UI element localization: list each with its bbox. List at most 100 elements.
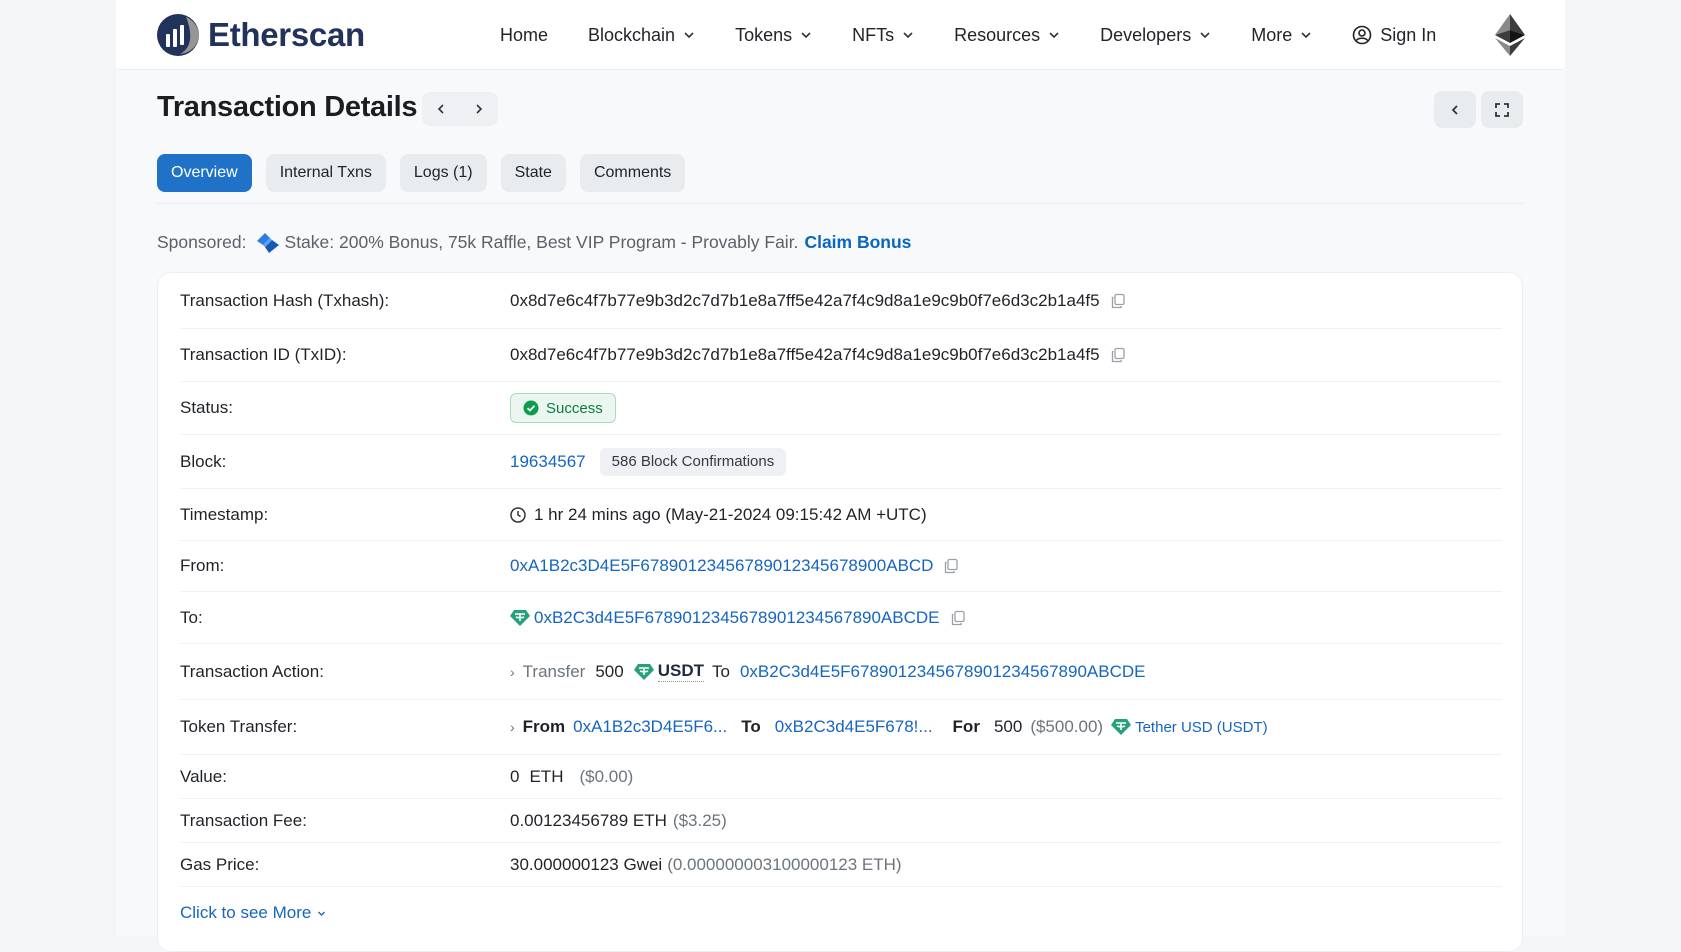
fee-row: Transaction Fee: 0.00123456789 ETH ($3.2…: [180, 799, 1502, 843]
action-to-word: To: [712, 661, 730, 681]
chevron-down-icon: [1301, 32, 1311, 39]
collapse-button[interactable]: [1434, 91, 1476, 128]
claim-bonus-link[interactable]: Claim Bonus: [804, 232, 911, 253]
from-row: From: 0xA1B2c3D4E5F678901234567890123456…: [180, 541, 1502, 592]
nav-resources[interactable]: Resources: [954, 25, 1060, 46]
expand-icon: [1495, 102, 1509, 117]
transfer-usd: ($500.00): [1030, 717, 1104, 736]
brand-name: Etherscan: [208, 16, 365, 53]
to-label: To:: [180, 607, 203, 627]
chevron-down-icon: [801, 32, 811, 39]
chevron-left-icon: [437, 104, 444, 114]
stake-logo-icon: [256, 232, 279, 253]
fee-value: 0.00123456789 ETH: [510, 810, 667, 830]
tab-internal-txns[interactable]: Internal Txns: [265, 154, 386, 192]
transfer-for-word: For: [952, 717, 980, 736]
tx-id-row: Transaction ID (TxID): 0x8d7e6c4f7b77e9b…: [180, 329, 1502, 382]
tx-action-label: Transaction Action:: [180, 661, 324, 681]
timestamp-value: 1 hr 24 mins ago (May-21-2024 09:15:42 A…: [534, 504, 927, 524]
chevron-down-icon: [1049, 32, 1059, 39]
main-nav: Home Blockchain Tokens NFTs Resources De…: [500, 22, 1436, 48]
tab-logs[interactable]: Logs (1): [399, 154, 487, 192]
action-verb: Transfer: [522, 661, 586, 681]
from-address-link[interactable]: 0xA1B2c3D4E5F67890123456789012345678900A…: [510, 556, 933, 576]
nav-developers[interactable]: Developers: [1100, 25, 1211, 46]
value-row: Value: 0 ETH ($0.00): [180, 755, 1502, 799]
next-tx-button[interactable]: [460, 92, 498, 126]
token-transfer-label: Token Transfer:: [180, 717, 298, 736]
status-label: Status:: [180, 398, 233, 417]
transfer-from-word: From: [522, 717, 566, 736]
sign-in-link[interactable]: Sign In: [1352, 25, 1436, 46]
value-usd: ($0.00): [579, 766, 634, 786]
see-more-label: Click to see More: [180, 903, 312, 922]
copy-icon[interactable]: [1110, 293, 1126, 309]
tab-state[interactable]: State: [500, 154, 566, 192]
copy-icon[interactable]: [943, 558, 959, 574]
page-shell: Etherscan Home Blockchain Tokens NFTs Re…: [116, 0, 1565, 952]
status-row: Status: Success: [180, 382, 1502, 435]
tx-action-row: Transaction Action: › Transfer 500 USDT …: [180, 644, 1502, 700]
action-amount: 500: [595, 661, 624, 681]
to-address-link[interactable]: 0xB2C3d4E5F6789012345678901234567890ABCD…: [534, 608, 940, 628]
nav-resources-label: Resources: [954, 24, 1041, 45]
status-badge: Success: [510, 393, 616, 423]
sign-in-label: Sign In: [1380, 24, 1437, 45]
nav-tokens-label: Tokens: [735, 24, 793, 45]
nav-home[interactable]: Home: [500, 25, 548, 46]
value-amount: 0: [510, 766, 520, 786]
chevron-down-icon: [318, 911, 326, 916]
chevron-right-icon: [476, 104, 483, 114]
to-row: To: 0xB2C3d4E5F6789012345678901234567890…: [180, 592, 1502, 644]
nav-home-label: Home: [500, 24, 549, 45]
value-unit: ETH: [529, 766, 564, 786]
nav-more-label: More: [1251, 24, 1293, 45]
clock-icon: [510, 506, 526, 523]
nav-developers-label: Developers: [1100, 24, 1192, 45]
timestamp-row: Timestamp: 1 hr 24 mins ago (May-21-2024…: [180, 489, 1502, 541]
block-number-link[interactable]: 19634567: [510, 452, 586, 472]
chevron-down-icon: [903, 32, 913, 39]
nav-nfts-label: NFTs: [852, 24, 895, 45]
nav-blockchain[interactable]: Blockchain: [588, 25, 695, 46]
copy-icon[interactable]: [1110, 347, 1126, 363]
timestamp-label: Timestamp:: [180, 504, 269, 524]
ethereum-logo-icon[interactable]: [1495, 14, 1525, 56]
fee-usd: ($3.25): [672, 810, 727, 830]
check-circle-icon: [523, 400, 539, 416]
nav-tokens[interactable]: Tokens: [735, 25, 812, 46]
site-logo[interactable]: Etherscan: [156, 13, 365, 57]
prev-tx-button[interactable]: [422, 92, 460, 126]
action-to-address-link[interactable]: 0xB2C3d4E5F6789012345678901234567890ABCD…: [740, 662, 1146, 682]
user-circle-icon: [1352, 25, 1372, 45]
detail-tabs: Overview Internal Txns Logs (1) State Co…: [157, 154, 686, 192]
nav-more[interactable]: More: [1251, 25, 1312, 46]
tx-id-value[interactable]: 0x8d7e6c4f7b77e9b3d2c7d7b1e8a7ff5e42a7f4…: [510, 345, 1100, 365]
tabs-divider: [157, 203, 1523, 204]
action-token-link[interactable]: USDT: [657, 661, 704, 682]
tether-icon: [510, 609, 530, 626]
transfer-to-word: To: [741, 717, 761, 736]
tab-overview[interactable]: Overview: [157, 154, 252, 192]
chevron-down-icon: [1200, 32, 1210, 39]
fee-label: Transaction Fee:: [180, 810, 307, 830]
chevron-right-icon: ›: [510, 719, 515, 735]
transfer-from-address-link[interactable]: 0xA1B2c3D4E5F6...: [573, 717, 727, 737]
transfer-amount: 500: [993, 717, 1023, 736]
status-value: Success: [546, 399, 603, 417]
value-label: Value:: [180, 766, 227, 786]
transfer-to-address-link[interactable]: 0xB2C3d4E5F678!...: [775, 717, 933, 737]
transfer-token-link[interactable]: Tether USD (USDT): [1135, 719, 1268, 736]
tx-hash-value[interactable]: 0x8d7e6c4f7b77e9b3d2c7d7b1e8a7ff5e42a7f4…: [510, 291, 1100, 311]
nav-blockchain-label: Blockchain: [588, 24, 676, 45]
gas-price-value: 30.000000123 Gwei: [510, 854, 663, 874]
tab-comments[interactable]: Comments: [579, 154, 686, 192]
block-confirmations-badge: 586 Block Confirmations: [599, 447, 787, 476]
token-transfer-row: Token Transfer: › From 0xA1B2c3D4E5F6...…: [180, 700, 1502, 755]
nav-nfts[interactable]: NFTs: [852, 25, 914, 46]
copy-icon[interactable]: [950, 610, 966, 626]
tether-icon: [1111, 719, 1132, 735]
fullscreen-button[interactable]: [1481, 91, 1523, 128]
see-more-link[interactable]: Click to see More: [180, 903, 326, 923]
tx-hash-label: Transaction Hash (Txhash):: [180, 290, 390, 310]
